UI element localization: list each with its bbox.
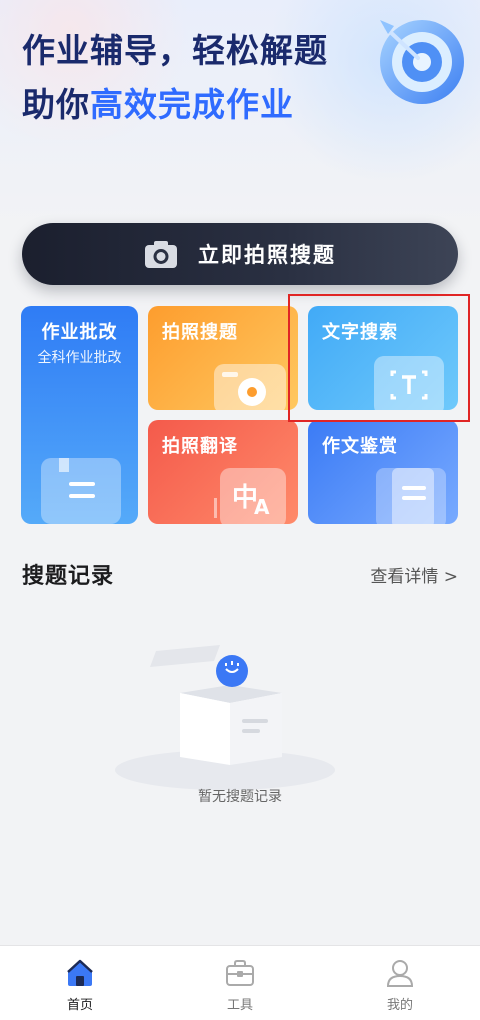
bottom-tabbar: 首页 工具 我的 [0,945,480,1020]
tab-tools[interactable]: 工具 [160,946,320,1020]
tab-home[interactable]: 首页 [0,946,160,1020]
card-photo-translate-title: 拍照翻译 [162,436,238,457]
records-empty-text: 暂无搜题记录 [198,789,282,805]
target-dart-icon [380,20,464,104]
card-homework-check-subtitle: 全科作业批改 [37,350,122,366]
toolbox-icon [226,960,254,986]
translate-icon: 中 A [214,468,286,524]
card-text-search[interactable]: 文字搜索 [308,306,458,410]
scan-search-label: 立即拍照搜题 [198,243,336,267]
hero-title-line2: 助你高效完成作业 [22,78,294,126]
card-homework-check[interactable]: 作业批改 全科作业批改 [21,306,138,524]
card-homework-check-title: 作业批改 [41,322,118,343]
hero-title-accent: 高效完成作业 [90,85,294,124]
records-more-link[interactable]: 查看详情 > [370,562,458,587]
records-title: 搜题记录 [22,564,115,589]
card-essay-review-title: 作文鉴赏 [322,436,398,457]
hero-title-prefix: 助你 [22,85,90,124]
camera-icon [145,241,177,268]
svg-text:A: A [254,495,270,519]
card-text-search-title: 文字搜索 [322,322,398,343]
scan-search-button[interactable]: 立即拍照搜题 [22,223,458,285]
text-scan-icon [374,356,444,410]
card-photo-search[interactable]: 拍照搜题 [148,306,298,410]
book-icon [41,458,121,524]
card-photo-search-title: 拍照搜题 [162,322,238,343]
card-photo-translate[interactable]: 拍照翻译 中 A [148,420,298,524]
user-icon [386,960,414,987]
tab-tools-label: 工具 [226,998,253,1013]
card-essay-review[interactable]: 作文鉴赏 [308,420,458,524]
tab-mine-label: 我的 [386,998,413,1013]
document-icon [376,468,446,524]
tab-home-label: 首页 [66,998,93,1013]
camera-icon [214,364,286,410]
home-icon [67,959,93,986]
hero-title-line1: 作业辅导，轻松解题 [22,31,328,70]
tab-mine[interactable]: 我的 [320,946,480,1020]
empty-box-icon [115,645,335,790]
